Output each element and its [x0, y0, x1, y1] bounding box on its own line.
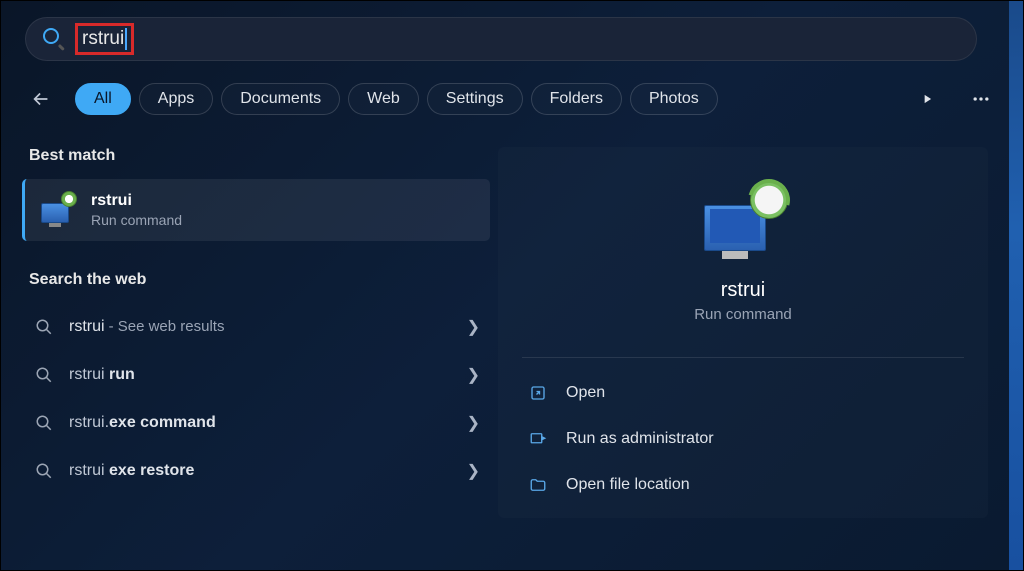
- system-restore-icon: [39, 191, 77, 229]
- results-left-column: Best match rstrui Run command Search the…: [25, 147, 490, 518]
- search-icon: [43, 28, 65, 50]
- action-label: Open: [566, 384, 605, 402]
- detail-title: rstrui: [721, 279, 765, 302]
- detail-pane: rstrui Run command Open Run as administr…: [498, 147, 988, 518]
- detail-subtitle: Run command: [694, 306, 792, 323]
- action-label: Open file location: [566, 476, 690, 494]
- search-bar[interactable]: rstrui: [25, 17, 977, 61]
- chevron-right-icon: ❯: [467, 413, 480, 433]
- more-options-button[interactable]: [963, 81, 999, 117]
- divider: [522, 357, 964, 358]
- web-result-item[interactable]: rstrui.exe command ❯: [25, 399, 490, 447]
- filter-tab-settings[interactable]: Settings: [427, 83, 523, 115]
- results-columns: Best match rstrui Run command Search the…: [25, 147, 999, 518]
- text-cursor: [125, 28, 127, 50]
- web-result-text: rstrui exe restore: [69, 462, 451, 480]
- best-match-title: rstrui: [91, 192, 182, 210]
- back-button[interactable]: [25, 83, 57, 115]
- web-result-text: rstrui- See web results: [69, 318, 451, 336]
- best-match-texts: rstrui Run command: [91, 192, 182, 228]
- web-result-text: rstrui.exe command: [69, 414, 451, 432]
- filter-tab-documents[interactable]: Documents: [221, 83, 340, 115]
- filter-tab-apps[interactable]: Apps: [139, 83, 213, 115]
- desktop-wallpaper-edge: [1009, 1, 1023, 570]
- search-icon: [35, 366, 53, 384]
- admin-shield-icon: [528, 429, 548, 449]
- search-input[interactable]: rstrui: [75, 23, 134, 56]
- filter-row: All Apps Documents Web Settings Folders …: [25, 81, 999, 117]
- search-query-highlight: rstrui: [75, 23, 134, 56]
- detail-header: rstrui Run command: [498, 171, 988, 349]
- system-restore-icon: [698, 181, 788, 261]
- best-match-label: Best match: [25, 147, 490, 165]
- best-match-subtitle: Run command: [91, 212, 182, 228]
- web-result-text: rstrui run: [69, 366, 451, 384]
- action-open-file-location[interactable]: Open file location: [498, 462, 988, 508]
- action-open[interactable]: Open: [498, 370, 988, 416]
- filter-tab-all[interactable]: All: [75, 83, 131, 115]
- filter-tab-folders[interactable]: Folders: [531, 83, 622, 115]
- web-result-item[interactable]: rstrui exe restore ❯: [25, 447, 490, 495]
- search-panel: rstrui All Apps Documents Web Settings F…: [1, 1, 1023, 534]
- web-result-item[interactable]: rstrui run ❯: [25, 351, 490, 399]
- web-search-section: Search the web rstrui- See web results ❯…: [25, 271, 490, 495]
- chevron-right-icon: ❯: [467, 461, 480, 481]
- action-run-as-admin[interactable]: Run as administrator: [498, 416, 988, 462]
- chevron-right-icon: ❯: [467, 317, 480, 337]
- filter-tab-web[interactable]: Web: [348, 83, 419, 115]
- chevron-right-icon: ❯: [467, 365, 480, 385]
- folder-icon: [528, 475, 548, 495]
- search-icon: [35, 462, 53, 480]
- search-icon: [35, 414, 53, 432]
- search-icon: [35, 318, 53, 336]
- best-match-item[interactable]: rstrui Run command: [22, 179, 490, 241]
- web-result-item[interactable]: rstrui- See web results ❯: [25, 303, 490, 351]
- preview-button[interactable]: [909, 81, 945, 117]
- filter-tab-photos[interactable]: Photos: [630, 83, 718, 115]
- web-search-label: Search the web: [25, 271, 490, 289]
- search-query-text: rstrui: [82, 28, 124, 49]
- action-label: Run as administrator: [566, 430, 714, 448]
- open-icon: [528, 383, 548, 403]
